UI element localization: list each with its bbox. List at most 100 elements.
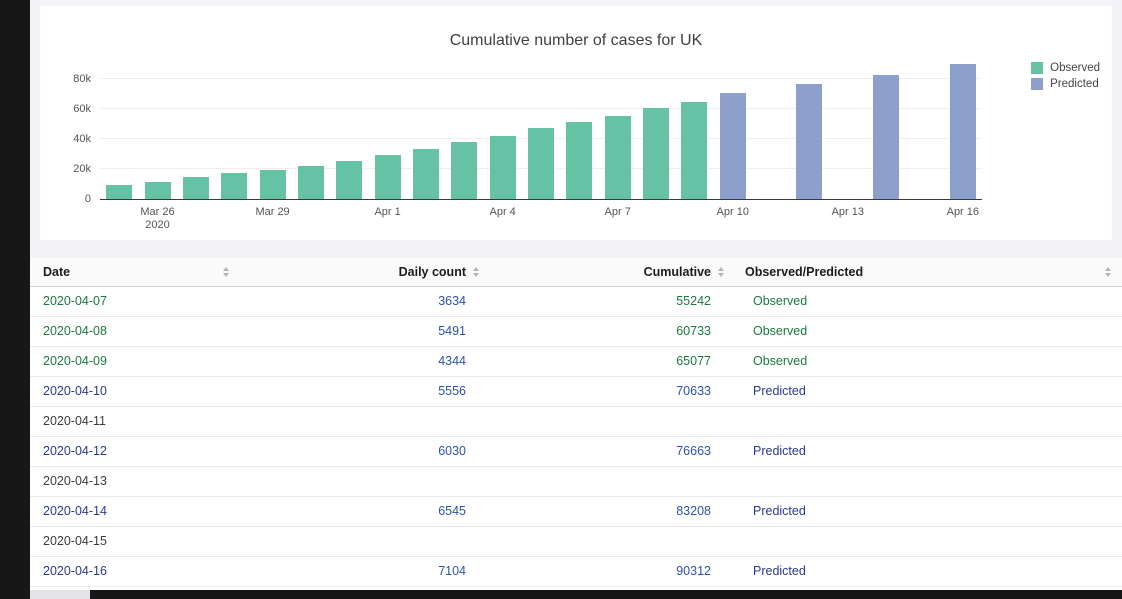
bar-observed-2020-03-26[interactable] [144, 181, 171, 199]
cell-cumulative[interactable]: 60733 [490, 316, 735, 347]
cell-cumulative[interactable]: 55242 [490, 286, 735, 317]
table-row: 2020-04-16 7104 90312 Predicted [30, 556, 1122, 587]
column-header-label: Date [43, 264, 71, 279]
cell-daily-count[interactable]: 6545 [240, 496, 490, 527]
table-row: 2020-04-15 [30, 526, 1122, 557]
cell-daily-count[interactable]: 3634 [240, 286, 490, 317]
cell-date[interactable]: 2020-04-08 [30, 316, 240, 347]
cell-date[interactable]: 2020-04-10 [30, 376, 240, 407]
bar-observed-2020-04-08[interactable] [643, 108, 670, 199]
chart-title: Cumulative number of cases for UK [449, 32, 703, 49]
table-row: 2020-04-13 [30, 466, 1122, 497]
cell-daily-count[interactable] [240, 526, 490, 557]
y-tick-label: 80k [73, 73, 91, 86]
cell-observed-predicted[interactable] [735, 526, 1122, 557]
bar-predicted-2020-04-14[interactable] [873, 74, 900, 199]
bar-predicted-2020-04-16[interactable] [949, 64, 976, 199]
cell-observed-predicted[interactable]: Observed [735, 286, 1122, 317]
legend-item-predicted[interactable]: Predicted [1031, 76, 1100, 92]
bar-observed-2020-04-05[interactable] [528, 127, 554, 199]
cell-cumulative[interactable]: 83208 [490, 496, 735, 527]
bar-observed-2020-04-01[interactable] [374, 154, 401, 199]
cell-cumulative[interactable]: 70633 [490, 376, 735, 407]
cell-observed-predicted[interactable] [735, 406, 1122, 437]
bar-predicted-2020-04-10[interactable] [719, 93, 746, 199]
cell-cumulative[interactable]: 65077 [490, 346, 735, 377]
cell-observed-predicted[interactable]: Observed [735, 346, 1122, 377]
sort-icon[interactable] [472, 266, 480, 278]
cell-observed-predicted[interactable]: Predicted [735, 376, 1122, 407]
bar-observed-2020-03-29[interactable] [259, 169, 286, 199]
cell-daily-count[interactable]: 7104 [240, 556, 490, 587]
cell-observed-predicted[interactable]: Observed [735, 316, 1122, 347]
legend-label: Predicted [1050, 78, 1099, 90]
bar-observed-2020-03-25[interactable] [106, 184, 133, 199]
chart-plot: 0 20k 40k 60k 80k Mar 26 2020 Mar 29 Apr 1 Apr 4 A… [73, 58, 982, 231]
x-tick-label: Mar 26 2020 [140, 206, 175, 231]
bar-predicted-2020-04-12[interactable] [796, 84, 823, 199]
sort-up-arrow-icon [718, 266, 724, 271]
bar-observed-2020-03-28[interactable] [221, 173, 248, 199]
sort-down-arrow-icon [1105, 272, 1111, 277]
cell-observed-predicted[interactable]: Predicted [735, 556, 1122, 587]
y-tick-label: 0 [84, 193, 91, 205]
cell-date[interactable]: 2020-04-09 [30, 346, 240, 377]
cell-daily-count[interactable] [240, 466, 490, 497]
bar-observed-2020-04-06[interactable] [566, 121, 593, 199]
cell-observed-predicted[interactable]: Predicted [735, 436, 1122, 467]
column-header-label: Cumulative [643, 264, 711, 279]
cell-date[interactable]: 2020-04-12 [30, 436, 240, 467]
cell-cumulative[interactable]: 90312 [490, 556, 735, 587]
bar-observed-2020-04-02[interactable] [412, 148, 439, 199]
data-table: Date Daily count Cumulative Observed/Predic… [30, 258, 1122, 587]
bar-observed-2020-03-30[interactable] [297, 165, 324, 199]
legend-item-observed[interactable]: Observed [1031, 60, 1100, 76]
cell-daily-count[interactable] [240, 406, 490, 437]
cell-cumulative[interactable]: 76663 [490, 436, 735, 467]
cell-observed-predicted[interactable] [735, 466, 1122, 497]
column-header-observed-predicted: Observed/Predicted [735, 258, 1122, 287]
cell-cumulative[interactable] [490, 466, 735, 497]
column-header-cumulative: Cumulative [490, 258, 735, 287]
column-header-label: Daily count [398, 264, 466, 279]
bottom-left-block [30, 590, 90, 599]
sort-up-arrow-icon [1105, 266, 1111, 271]
cell-observed-predicted[interactable]: Predicted [735, 496, 1122, 527]
gridline [100, 108, 982, 110]
cell-cumulative[interactable] [490, 406, 735, 437]
legend-label: Observed [1050, 62, 1100, 74]
cell-daily-count[interactable]: 4344 [240, 346, 490, 377]
table-row: 2020-04-12 6030 76663 Predicted [30, 436, 1122, 467]
bar-observed-2020-04-04[interactable] [489, 136, 516, 199]
cell-daily-count[interactable]: 6030 [240, 436, 490, 467]
cell-date[interactable]: 2020-04-13 [30, 466, 240, 497]
y-tick-label: 40k [73, 133, 91, 146]
sort-icon[interactable] [717, 266, 725, 278]
bar-observed-2020-03-31[interactable] [336, 161, 363, 199]
column-header-label: Observed/Predicted [745, 264, 864, 279]
column-header-date: Date [30, 258, 240, 287]
legend-swatch-predicted [1031, 78, 1044, 90]
bar-observed-2020-03-27[interactable] [182, 177, 209, 199]
cell-cumulative[interactable] [490, 526, 735, 557]
cell-daily-count[interactable]: 5556 [240, 376, 490, 407]
sort-icon[interactable] [222, 266, 230, 278]
cell-date[interactable]: 2020-04-11 [30, 406, 240, 437]
cell-date[interactable]: 2020-04-14 [30, 496, 240, 527]
table-header-row: Date Daily count Cumulative Observed/Predic… [30, 258, 1122, 287]
cell-date[interactable]: 2020-04-16 [30, 556, 240, 587]
table-row: 2020-04-07 3634 55242 Observed [30, 286, 1122, 317]
bar-observed-2020-04-03[interactable] [451, 141, 478, 199]
sort-icon[interactable] [1104, 266, 1112, 278]
cell-daily-count[interactable]: 5491 [240, 316, 490, 347]
bar-observed-2020-04-07[interactable] [604, 116, 631, 199]
x-tick-label: Mar 29 [255, 206, 290, 218]
x-tick-label: Apr 16 [946, 206, 980, 218]
cell-date[interactable]: 2020-04-15 [30, 526, 240, 557]
y-tick-label: 20k [73, 163, 91, 176]
x-tick-label: Apr 10 [716, 206, 749, 218]
cell-date[interactable]: 2020-04-07 [30, 286, 240, 317]
x-tick-label: Apr 7 [604, 206, 631, 218]
sort-down-arrow-icon [223, 272, 229, 277]
bar-observed-2020-04-09[interactable] [681, 101, 708, 199]
